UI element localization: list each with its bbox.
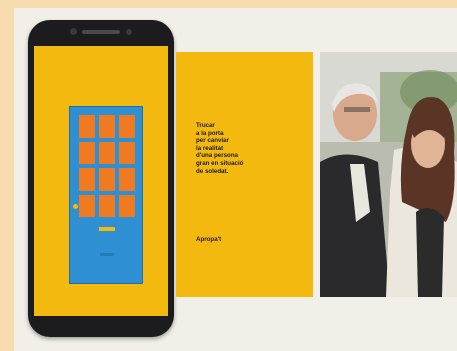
door-nameplate: [99, 227, 115, 231]
door-mail-slot: [100, 253, 114, 256]
photo-illustration: [320, 52, 457, 297]
speaker-grille: [82, 30, 120, 34]
campaign-photo: [320, 52, 457, 297]
message-card: Trucar a la porta per canviar la realita…: [176, 52, 313, 297]
sensor-icon: [126, 29, 132, 35]
smartphone-mockup: [28, 20, 174, 337]
door-illustration: [69, 106, 143, 284]
door-knob-icon: [73, 204, 78, 209]
door-pane: [119, 168, 135, 191]
door-window-grid: [79, 115, 135, 217]
door-pane: [119, 141, 135, 164]
front-camera-icon: [70, 28, 77, 35]
page-frame: Trucar a la porta per canviar la realita…: [0, 0, 457, 351]
door-pane: [99, 168, 115, 191]
door-pane: [99, 141, 115, 164]
door-pane: [79, 115, 95, 138]
campaign-message: Trucar a la porta per canviar la realita…: [196, 122, 244, 175]
door-pane: [79, 168, 95, 191]
door-pane: [119, 115, 135, 138]
door-pane: [79, 194, 95, 217]
door-pane: [99, 115, 115, 138]
brand-name: Apropa't: [196, 236, 222, 243]
door-pane: [79, 141, 95, 164]
door-pane: [99, 194, 115, 217]
door-pane: [119, 194, 135, 217]
phone-screen: [34, 46, 168, 316]
